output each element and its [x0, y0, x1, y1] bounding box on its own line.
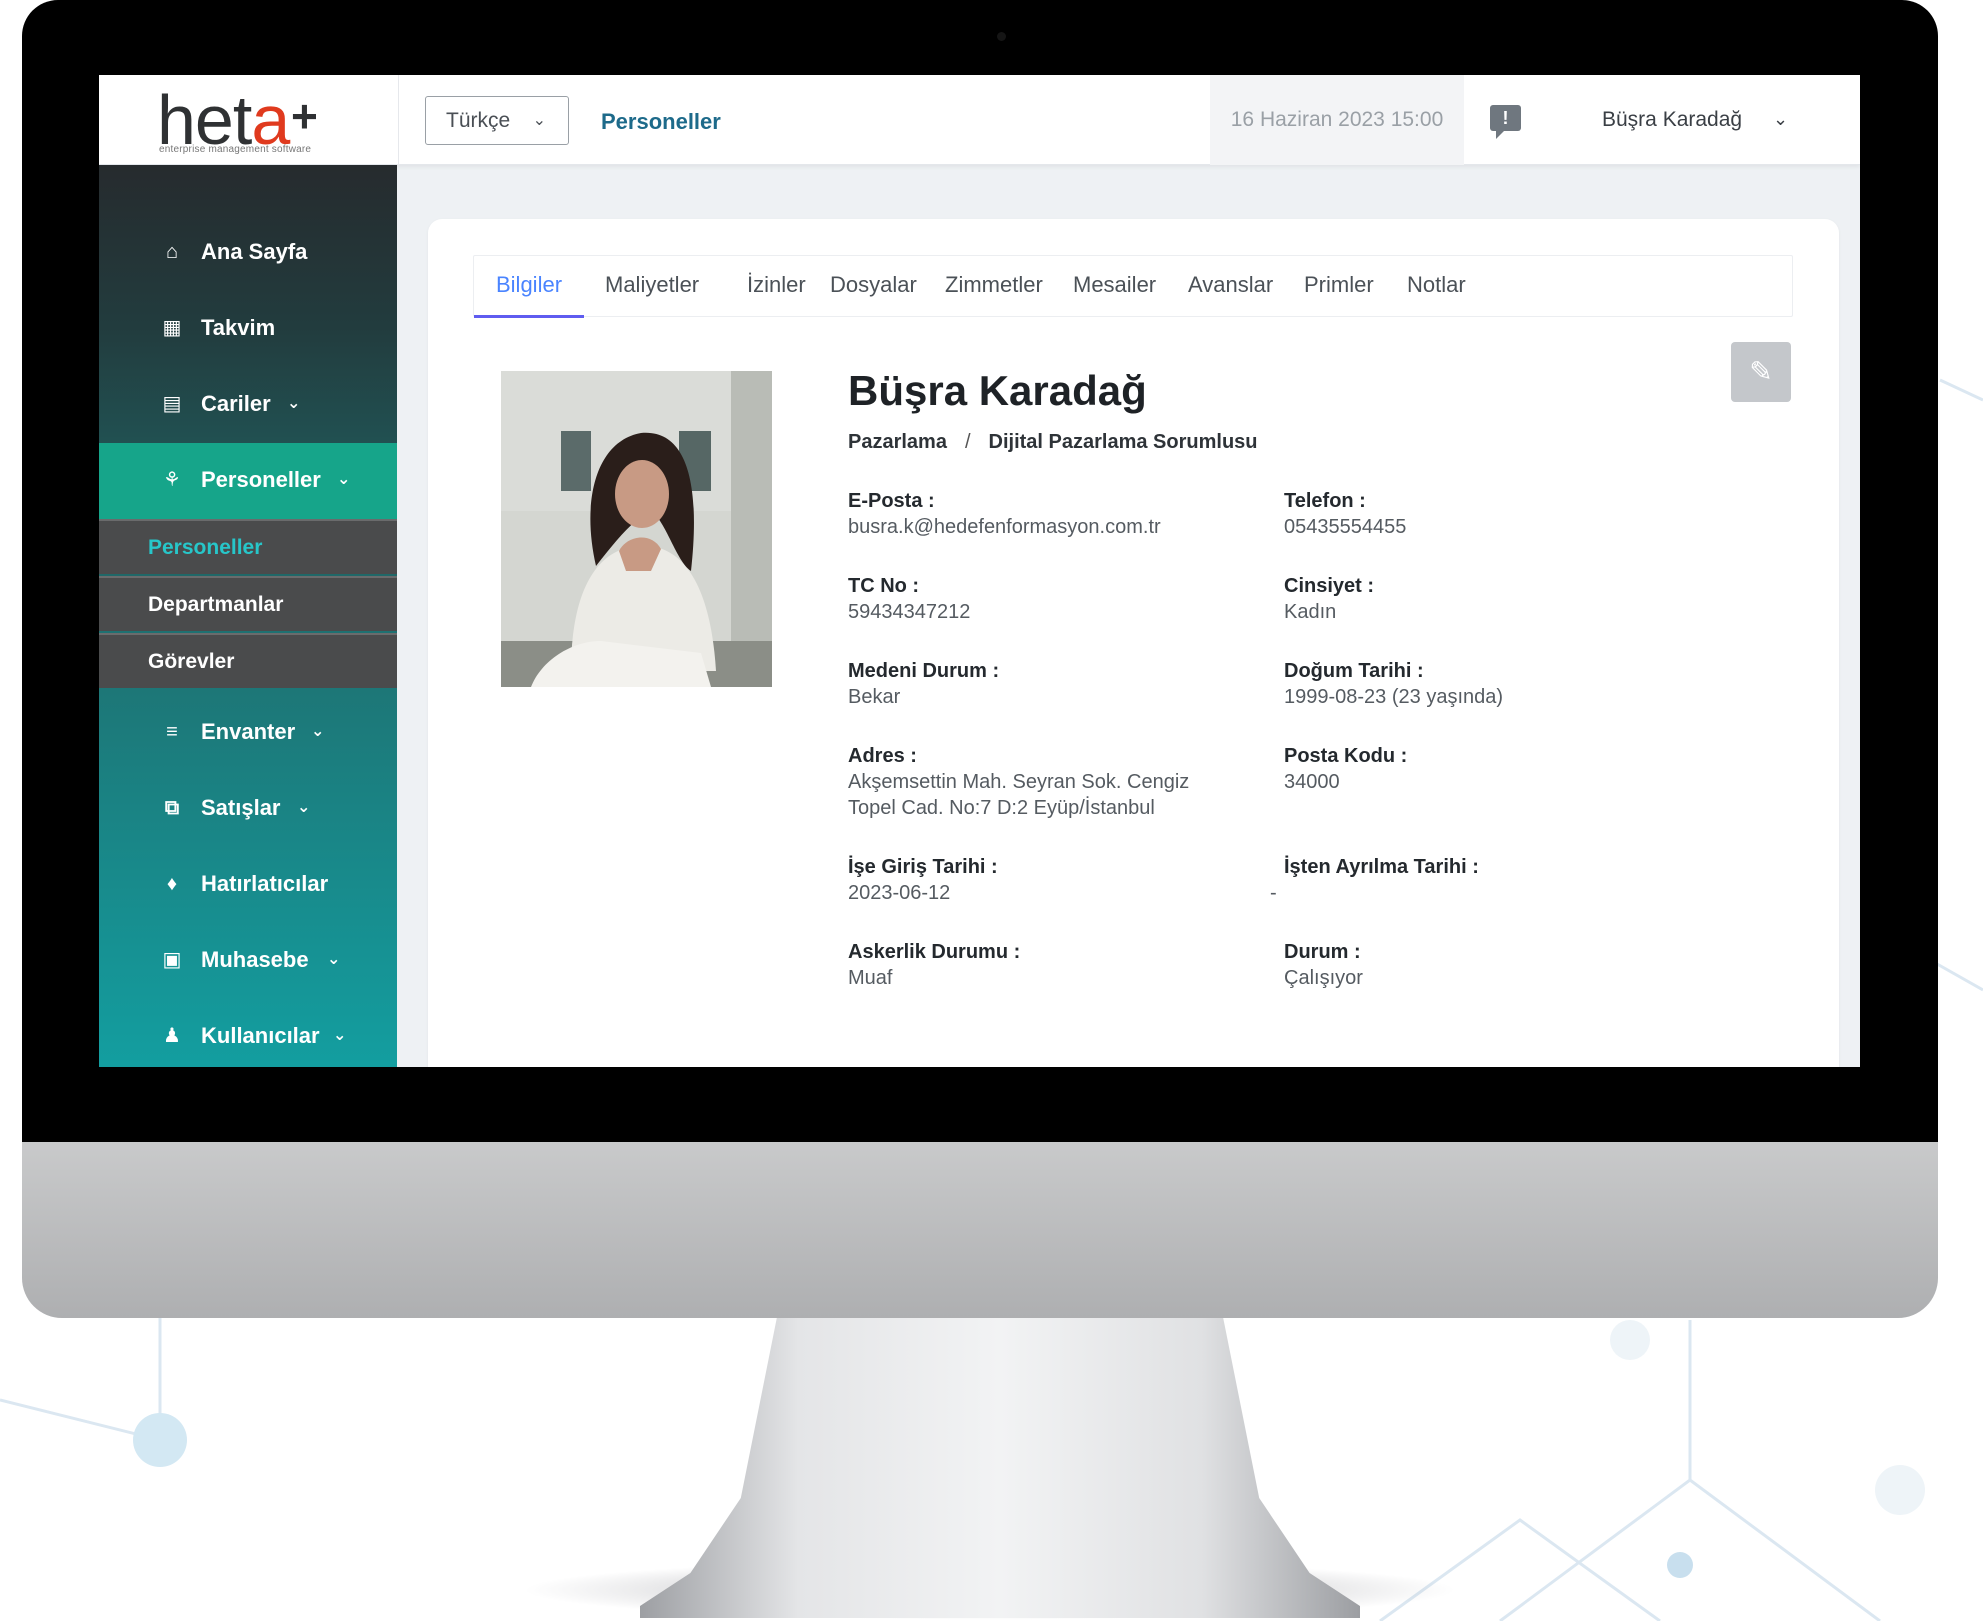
briefcase-icon: ▣ [162, 949, 182, 971]
sidebar-subitem-gorevler[interactable]: Görevler [99, 633, 397, 688]
sidebar-item-cariler[interactable]: ▤ Cariler ⌄ [99, 367, 397, 441]
profile-name: Büşra Karadağ [848, 367, 1147, 414]
profile-department: Pazarlama / Dijital Pazarlama Sorumlusu [848, 431, 1258, 454]
chevron-down-icon: ⌄ [297, 799, 311, 816]
profile-photo [501, 371, 772, 687]
field-birth-date: Doğum Tarihi : 1999-08-23 (23 yaşında) [1284, 660, 1504, 708]
sidebar-item-envanter[interactable]: ≡ Envanter ⌄ [99, 695, 397, 769]
field-gender: Cinsiyet : Kadın [1284, 575, 1375, 623]
sidebar-subitem-personeller[interactable]: Personeller [99, 519, 397, 574]
tab-maliyetler[interactable]: Maliyetler [583, 256, 721, 318]
home-icon: ⌂ [165, 241, 179, 263]
chevron-down-icon: ⌄ [327, 951, 341, 968]
chevron-down-icon: ⌄ [532, 112, 546, 129]
chevron-down-icon[interactable]: ⌄ [1773, 109, 1788, 130]
position: Dijital Pazarlama Sorumlusu [988, 431, 1258, 453]
language-select[interactable]: Türkçe ⌄ [425, 96, 569, 145]
field-military-status: Askerlik Durumu : Muaf [848, 941, 1021, 989]
field-postal-code: Posta Kodu : 34000 [1284, 745, 1408, 793]
field-phone: Telefon : 05435554455 [1284, 490, 1407, 538]
sidebar-item-ana-sayfa[interactable]: ⌂ Ana Sayfa [99, 215, 397, 289]
tab-bar: Bilgiler Maliyetler İzinler Dosyalar Zim… [473, 255, 1793, 318]
camera-icon [997, 32, 1006, 41]
sidebar-item-personeller[interactable]: ⚘ Personeller ⌄ [99, 443, 397, 519]
logo-plus: + [291, 90, 318, 142]
monitor-chin [22, 1140, 1938, 1318]
person-illustration [501, 371, 772, 687]
top-bar: heta + enterprise management software Tü… [99, 75, 1860, 165]
profile-card: Bilgiler Maliyetler İzinler Dosyalar Zim… [428, 219, 1839, 1067]
tab-primler[interactable]: Primler [1282, 256, 1396, 318]
sidebar-item-hatirlaticilar[interactable]: ♦ Hatırlatıcılar [99, 847, 397, 921]
datetime: 16 Haziran 2023 15:00 [1210, 75, 1464, 165]
field-status: Durum : Çalışıyor [1284, 941, 1363, 989]
org-chart-icon: ⚘ [163, 469, 181, 491]
logo[interactable]: heta + enterprise management software [99, 75, 399, 165]
pencil-icon: ✎ [1749, 356, 1773, 387]
sidebar-item-takvim[interactable]: ▦ Takvim [99, 291, 397, 365]
feedback-icon[interactable]: ! [1490, 105, 1521, 139]
breadcrumb[interactable]: Personeller [601, 109, 721, 135]
sidebar-item-muhasebe[interactable]: ▣ Muhasebe ⌄ [99, 923, 397, 997]
sidebar-item-kullanicilar[interactable]: ♟ Kullanıcılar ⌄ [99, 999, 397, 1067]
separator: / [964, 431, 971, 453]
field-start-date: İşe Giriş Tarihi : 2023-06-12 [848, 856, 998, 904]
users-icon: ♟ [163, 1025, 181, 1047]
field-end-date: İşten Ayrılma Tarihi : - [1270, 856, 1479, 904]
field-tc-no: TC No : 59434347212 [848, 575, 971, 623]
sidebar: ⌂ Ana Sayfa ▦ Takvim ▤ Cariler ⌄ ⚘ Perso… [99, 165, 397, 1067]
logo-subtitle: enterprise management software [159, 144, 312, 155]
language-label: Türkçe [446, 109, 511, 132]
edit-button[interactable]: ✎ [1731, 342, 1791, 402]
tab-notlar[interactable]: Notlar [1385, 256, 1488, 318]
tab-dosyalar[interactable]: Dosyalar [808, 256, 939, 318]
field-address: Adres : Akşemsettin Mah. Seyran Sok. Cen… [848, 745, 1190, 819]
chevron-down-icon: ⌄ [311, 723, 325, 740]
department: Pazarlama [848, 431, 947, 453]
cart-icon: ⧉ [164, 797, 180, 819]
tab-avanslar[interactable]: Avanslar [1166, 256, 1295, 318]
sidebar-subitem-departmanlar[interactable]: Departmanlar [99, 576, 397, 631]
field-marital-status: Medeni Durum : Bekar [848, 660, 1000, 708]
bell-icon: ♦ [166, 873, 178, 895]
calendar-icon: ▦ [162, 317, 182, 339]
chevron-down-icon: ⌄ [287, 395, 301, 412]
app-screen: heta + enterprise management software Tü… [99, 75, 1860, 1067]
user-menu[interactable]: Büşra Karadağ [1602, 108, 1742, 132]
id-card-icon: ▤ [162, 393, 182, 415]
sidebar-item-satislar[interactable]: ⧉ Satışlar ⌄ [99, 771, 397, 845]
field-email: E-Posta : busra.k@hedefenformasyon.com.t… [848, 490, 1161, 538]
chevron-down-icon: ⌄ [333, 1027, 347, 1044]
tab-bilgiler[interactable]: Bilgiler [474, 256, 585, 318]
tab-mesailer[interactable]: Mesailer [1051, 256, 1178, 318]
tab-zimmetler[interactable]: Zimmetler [923, 256, 1065, 318]
list-icon: ≡ [166, 721, 178, 743]
chevron-down-icon: ⌄ [337, 471, 351, 488]
